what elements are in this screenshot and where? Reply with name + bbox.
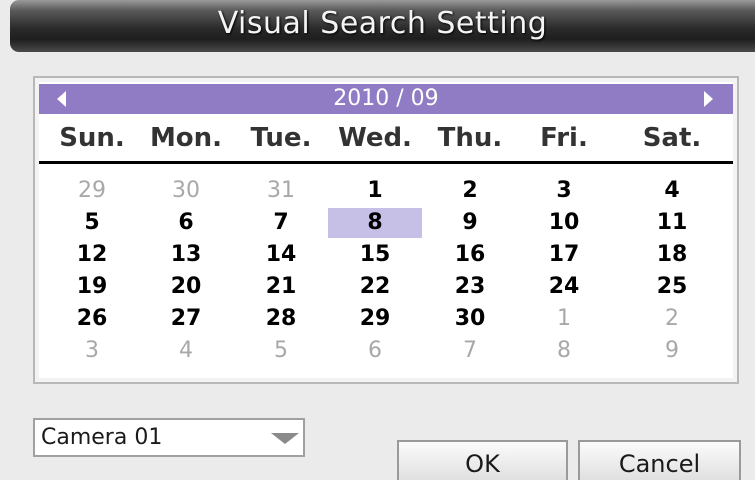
title-bar: Visual Search Setting <box>10 0 755 52</box>
calendar-day[interactable]: 4 <box>139 336 233 366</box>
calendar-day[interactable]: 30 <box>139 176 233 206</box>
calendar-day[interactable]: 31 <box>234 176 328 206</box>
calendar-day[interactable]: 4 <box>625 176 719 206</box>
dialog-title: Visual Search Setting <box>217 6 548 41</box>
calendar-day[interactable]: 28 <box>234 304 328 334</box>
calendar-day[interactable]: 15 <box>328 240 422 270</box>
calendar-day[interactable]: 6 <box>328 336 422 366</box>
dropdown-arrow-icon[interactable] <box>271 433 299 444</box>
weekday-tue: Tue. <box>250 123 312 153</box>
calendar-day[interactable]: 7 <box>423 336 517 366</box>
calendar-day[interactable]: 16 <box>423 240 517 270</box>
calendar-day[interactable]: 8 <box>517 336 611 366</box>
weekday-wed: Wed. <box>338 123 412 153</box>
calendar-day[interactable]: 27 <box>139 304 233 334</box>
calendar-day[interactable]: 24 <box>517 272 611 302</box>
calendar-day[interactable]: 1 <box>328 176 422 206</box>
calendar-day[interactable]: 30 <box>423 304 517 334</box>
camera-select-value: Camera 01 <box>41 425 163 450</box>
calendar-day[interactable]: 11 <box>625 208 719 238</box>
cancel-button[interactable]: Cancel <box>578 440 741 480</box>
calendar-day[interactable]: 22 <box>328 272 422 302</box>
calendar-day[interactable]: 23 <box>423 272 517 302</box>
calendar-day[interactable]: 25 <box>625 272 719 302</box>
calendar-day[interactable]: 7 <box>234 208 328 238</box>
calendar-day[interactable]: 12 <box>45 240 139 270</box>
month-label: 2010 / 09 <box>333 86 439 111</box>
calendar-day[interactable]: 9 <box>625 336 719 366</box>
calendar-day[interactable]: 18 <box>625 240 719 270</box>
calendar-day[interactable]: 29 <box>328 304 422 334</box>
calendar-day[interactable]: 2 <box>625 304 719 334</box>
calendar-day[interactable]: 29 <box>45 176 139 206</box>
calendar-day[interactable]: 6 <box>139 208 233 238</box>
month-header: 2010 / 09 <box>39 84 733 114</box>
visual-search-dialog: Visual Search Setting 2010 / 09 Sun. Mon… <box>0 0 755 480</box>
calendar-day[interactable]: 9 <box>423 208 517 238</box>
ok-button[interactable]: OK <box>397 440 568 480</box>
calendar-day[interactable]: 10 <box>517 208 611 238</box>
calendar-day[interactable]: 17 <box>517 240 611 270</box>
calendar-day[interactable]: 19 <box>45 272 139 302</box>
calendar-day[interactable]: 3 <box>45 336 139 366</box>
calendar-day[interactable]: 5 <box>234 336 328 366</box>
weekday-sun: Sun. <box>59 123 125 153</box>
calendar-day-selected[interactable]: 8 <box>328 208 422 238</box>
calendar-day[interactable]: 1 <box>517 304 611 334</box>
weekday-fri: Fri. <box>540 123 588 153</box>
calendar-day[interactable]: 14 <box>234 240 328 270</box>
weekday-divider <box>39 161 733 164</box>
calendar-day[interactable]: 13 <box>139 240 233 270</box>
calendar-day[interactable]: 5 <box>45 208 139 238</box>
weekday-sat: Sat. <box>642 123 702 153</box>
calendar-day[interactable]: 21 <box>234 272 328 302</box>
weekday-thu: Thu. <box>437 123 503 153</box>
calendar-day[interactable]: 3 <box>517 176 611 206</box>
calendar: 2010 / 09 Sun. Mon. Tue. Wed. Thu. Fri. … <box>33 76 739 384</box>
weekday-mon: Mon. <box>149 123 223 153</box>
calendar-day[interactable]: 20 <box>139 272 233 302</box>
calendar-day[interactable]: 26 <box>45 304 139 334</box>
camera-select[interactable]: Camera 01 <box>33 418 305 457</box>
calendar-body: 2010 / 09 Sun. Mon. Tue. Wed. Thu. Fri. … <box>39 82 733 378</box>
next-month-icon[interactable] <box>704 91 713 107</box>
calendar-day[interactable]: 2 <box>423 176 517 206</box>
